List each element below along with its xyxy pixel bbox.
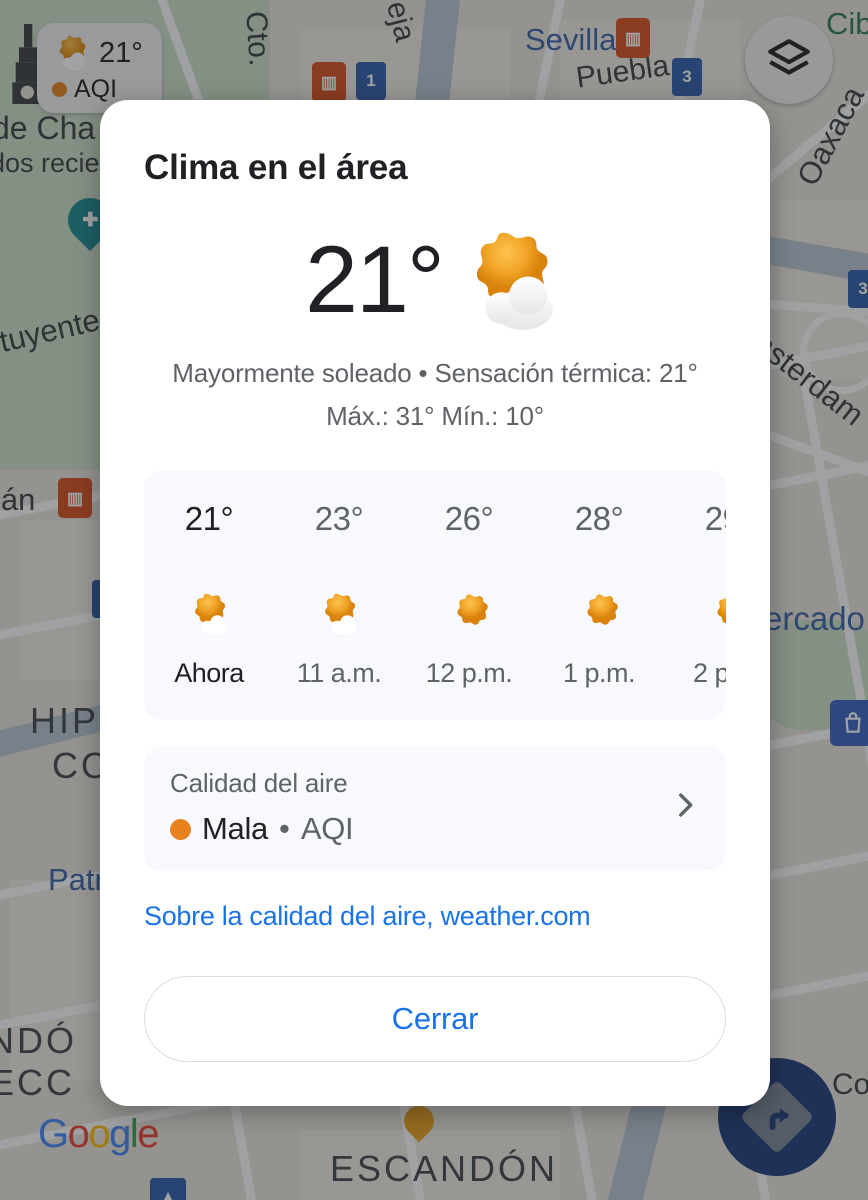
metro-station-icon[interactable]: ▥ bbox=[58, 478, 92, 518]
air-quality-texts: Calidad del aire Mala • AQI bbox=[170, 768, 668, 847]
weather-minmax: Máx.: 31° Mín.: 10° bbox=[326, 401, 544, 431]
metro-line-badge: 1 bbox=[356, 62, 386, 100]
google-logo: Google bbox=[38, 1112, 159, 1156]
map-label: Coa bbox=[832, 1068, 868, 1101]
hourly-temp: 23° bbox=[314, 500, 364, 537]
map-label-poi[interactable]: Cib bbox=[826, 6, 868, 42]
current-temperature: 21° bbox=[305, 226, 445, 333]
map-label: lán bbox=[0, 482, 36, 517]
map-label-neighborhood: ESCANDÓN bbox=[330, 1148, 559, 1189]
hourly-label: 1 p.m. bbox=[562, 658, 636, 688]
metro-line-badge: ▲ bbox=[150, 1178, 186, 1200]
air-quality-info-link[interactable]: Sobre la calidad del aire, weather.com bbox=[144, 901, 770, 932]
map-label: Cto. bbox=[239, 10, 276, 68]
map-label-station[interactable]: Sevilla bbox=[525, 22, 616, 58]
weather-summary: Mayormente soleado • Sensación térmica: … bbox=[172, 358, 698, 388]
aqi-status-dot bbox=[170, 818, 191, 840]
sun-behind-cloud-icon bbox=[476, 232, 553, 330]
sun-icon bbox=[445, 586, 493, 642]
air-quality-value: Mala bbox=[202, 811, 268, 846]
air-quality-value-row: Mala • AQI bbox=[170, 811, 668, 847]
map-label: dos recien bbox=[0, 148, 115, 178]
page-title: Clima en el área bbox=[144, 148, 408, 187]
sun-behind-cloud-icon bbox=[59, 35, 86, 71]
hourly-temp: 21° bbox=[184, 500, 234, 537]
close-button[interactable]: Cerrar bbox=[144, 976, 726, 1062]
hourly-forecast-strip[interactable]: 21° Ahora 23° 11 a.m. 26° 12 p.m. 28° 1 … bbox=[144, 470, 726, 720]
weather-chip-temp-row: 21° bbox=[50, 32, 143, 74]
hourly-temp: 26° bbox=[444, 500, 494, 537]
hourly-label: 12 p.m. bbox=[425, 658, 513, 688]
metro-station-icon[interactable]: ▥ bbox=[312, 62, 346, 102]
map-label-neighborhood: NDÓ bbox=[0, 1020, 77, 1061]
current-weather-row: 21° bbox=[100, 224, 770, 336]
weather-dialog: Clima en el área 21° Mayormente soleado … bbox=[100, 100, 770, 1106]
hourly-label: 2 p.m. bbox=[692, 658, 726, 688]
map-label-neighborhood: ECC bbox=[0, 1062, 76, 1103]
sun-behind-cloud-icon bbox=[312, 586, 366, 642]
sun-icon bbox=[575, 586, 623, 642]
air-quality-unit: AQI bbox=[300, 811, 354, 846]
hourly-forecast-item[interactable]: 26° 12 p.m. bbox=[404, 500, 534, 689]
hourly-forecast-item[interactable]: 21° Ahora bbox=[144, 500, 274, 689]
metro-line-badge: 3 bbox=[848, 270, 868, 308]
map-label-poi[interactable]: ercado bbox=[764, 600, 865, 638]
layers-icon bbox=[768, 39, 810, 75]
metro-line-badge: 3 bbox=[672, 58, 702, 96]
hourly-forecast-item[interactable]: 28° 1 p.m. bbox=[534, 500, 664, 689]
hourly-forecast-list: 21° Ahora 23° 11 a.m. 26° 12 p.m. 28° 1 … bbox=[144, 470, 726, 689]
aqi-status-dot bbox=[52, 82, 67, 97]
screen: Cto. eja Sevilla Puebla Cib de Cha dos r… bbox=[0, 0, 868, 1200]
weather-chip-aqi-label: AQI bbox=[74, 75, 118, 103]
map-label-neighborhood: HIP bbox=[30, 700, 100, 741]
hourly-label: 11 a.m. bbox=[296, 658, 382, 688]
hourly-temp: 29° bbox=[704, 500, 726, 537]
air-quality-separator: • bbox=[279, 811, 290, 846]
air-quality-title: Calidad del aire bbox=[170, 768, 348, 798]
map-label-poi[interactable]: Patr bbox=[48, 862, 105, 898]
air-quality-card[interactable]: Calidad del aire Mala • AQI bbox=[144, 746, 726, 871]
hourly-temp: 28° bbox=[574, 500, 624, 537]
metro-station-icon[interactable]: ▥ bbox=[616, 18, 650, 58]
bag-icon bbox=[845, 712, 861, 733]
weather-chip-temp: 21° bbox=[99, 36, 143, 69]
chevron-right-icon[interactable] bbox=[668, 788, 702, 827]
map-label: de Cha bbox=[0, 110, 96, 146]
hourly-forecast-item[interactable]: 23° 11 a.m. bbox=[274, 500, 404, 689]
shopping-poi-icon[interactable] bbox=[830, 700, 868, 746]
hourly-forecast-item[interactable]: 29° 2 p.m. bbox=[664, 500, 726, 689]
sun-icon bbox=[705, 586, 726, 642]
map-layers-button[interactable] bbox=[745, 16, 833, 104]
sun-behind-cloud-icon bbox=[182, 586, 236, 642]
hourly-label: Ahora bbox=[174, 658, 244, 688]
